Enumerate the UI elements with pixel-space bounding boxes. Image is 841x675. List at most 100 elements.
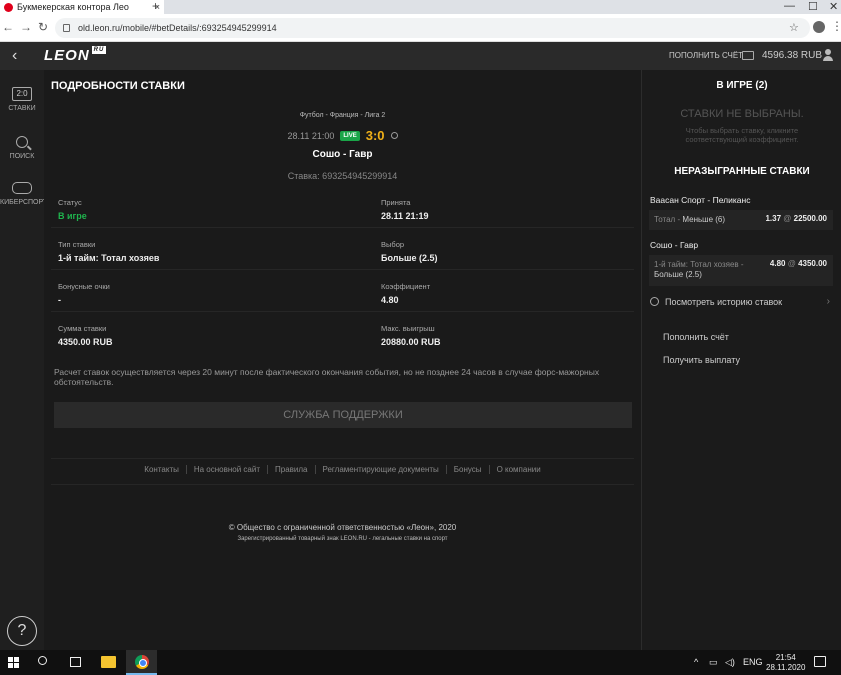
language-indicator[interactable]: ENG	[743, 657, 763, 667]
league-name: Футбол - Франция - Лига 2	[299, 112, 386, 119]
footer-link-main-site[interactable]: На основной сайт	[187, 465, 269, 474]
selection-field: Выбор Больше (2.5)	[381, 240, 438, 263]
field-label: Макс. выигрыш	[381, 324, 435, 333]
help-button[interactable]: ?	[7, 616, 37, 646]
deposit-link[interactable]: ПОПОЛНИТЬ СЧЁТ	[669, 51, 743, 60]
url-input[interactable]: old.leon.ru/mobile/#betDetails/:69325494…	[55, 18, 810, 38]
maximize-button[interactable]: ☐	[808, 0, 818, 13]
leon-favicon-icon	[4, 2, 13, 12]
footer-link-rules[interactable]: Правила	[268, 465, 316, 474]
left-sidebar: 2:0 СТАВКИ ПОИСК КИБЕРСПОРТ ?	[0, 70, 47, 650]
sidebar-item-search[interactable]: ПОИСК	[0, 134, 44, 160]
clock-time: 21:54	[775, 653, 796, 662]
unsettled-bet-row[interactable]: Тотал - Меньше (6) 1.37 @ 22500.00	[649, 210, 833, 230]
sidebar-item-esports[interactable]: КИБЕРСПОРТ	[0, 180, 47, 206]
deposit-account-link[interactable]: Пополнить счёт	[663, 332, 729, 342]
odds-value: 1.37	[765, 214, 782, 223]
bookmark-star-icon[interactable]: ☆	[789, 21, 799, 34]
new-tab-button[interactable]: +	[152, 0, 159, 13]
field-label: Статус	[58, 198, 82, 207]
network-icon[interactable]: ▭	[709, 657, 718, 668]
sidebar-item-bets[interactable]: 2:0 СТАВКИ	[0, 86, 44, 112]
bet-odds: 4.80 @ 4350.00	[770, 259, 827, 268]
search-icon	[16, 136, 28, 148]
bet-history-link[interactable]: Посмотреть историю ставок ›	[650, 296, 830, 307]
tray-chevron-icon[interactable]: ^	[694, 657, 698, 667]
system-clock[interactable]: 21:54 28.11.2020	[766, 653, 805, 673]
market-text: 1-й тайм: Тотал хозяев -	[654, 260, 744, 269]
page-title: ПОДРОБНОСТИ СТАВКИ	[51, 80, 185, 92]
tab-title: Букмекерская контора Лео	[17, 2, 129, 12]
back-arrow-icon[interactable]: ←	[2, 20, 14, 34]
settlement-note: Расчет ставок осуществляется через 20 ми…	[54, 367, 600, 387]
unsettled-bet-match[interactable]: Ваасан Спорт - Пеликанс	[650, 195, 750, 205]
chrome-taskbar-icon[interactable]	[126, 650, 157, 675]
minimize-button[interactable]: —	[784, 0, 795, 12]
field-value: 4350.00 RUB	[58, 337, 113, 347]
footer-link-contacts[interactable]: Контакты	[137, 465, 187, 474]
file-explorer-icon[interactable]	[101, 656, 116, 668]
task-view-icon[interactable]	[70, 657, 81, 667]
amount-value: 22500.00	[793, 214, 827, 223]
browser-tab-strip: Букмекерская контора Лео × + — ☐ ✕	[0, 0, 841, 14]
sidebar-item-label: СТАВКИ	[8, 105, 36, 112]
lock-icon	[63, 24, 70, 32]
field-value: 28.11 21:19	[381, 211, 429, 221]
profile-icon[interactable]	[813, 21, 825, 33]
odds-value: 4.80	[769, 259, 786, 268]
forward-arrow-icon[interactable]: →	[20, 20, 32, 34]
footer-link-documents[interactable]: Регламентирующие документы	[316, 465, 447, 474]
unsettled-bet-match[interactable]: Сошо - Гавр	[650, 240, 698, 250]
reload-icon[interactable]: ↻	[38, 20, 48, 34]
url-text: old.leon.ru/mobile/#betDetails/:69325494…	[78, 23, 277, 33]
copyright: © Общество с ограниченной ответственност…	[228, 523, 457, 532]
leon-logo[interactable]: LEON RU	[44, 46, 107, 64]
accepted-field: Принята 28.11 21:19	[381, 198, 429, 221]
bet-market: Тотал - Меньше (6)	[654, 215, 725, 225]
market-text: Тотал -	[654, 215, 681, 224]
divider	[51, 227, 634, 228]
at-sign: @	[783, 214, 792, 223]
history-label: Посмотреть историю ставок	[665, 296, 783, 307]
support-button[interactable]: СЛУЖБА ПОДДЕРЖКИ	[54, 402, 632, 428]
unsettled-bet-row[interactable]: 1-й тайм: Тотал хозяев - Больше (2.5) 4.8…	[649, 255, 833, 286]
taskbar-search-icon[interactable]	[38, 656, 47, 665]
logo-text: LEON	[44, 47, 90, 64]
footer-links: Контакты На основной сайт Правила Реглам…	[44, 465, 641, 474]
wallet-card-icon[interactable]	[742, 51, 754, 60]
unsettled-title: НЕРАЗЫГРАННЫЕ СТАВКИ	[674, 166, 810, 177]
empty-slip-title: СТАВКИ НЕ ВЫБРАНЫ.	[680, 108, 804, 120]
amount-value: 4350.00	[798, 259, 827, 268]
volume-icon[interactable]: ◁)	[725, 657, 735, 668]
field-value: В игре	[58, 211, 87, 221]
back-chevron-icon[interactable]: ‹	[12, 47, 17, 65]
divider	[51, 458, 634, 459]
windows-start-icon[interactable]	[8, 657, 19, 668]
selection-text: Больше (2.5)	[654, 270, 702, 279]
stopwatch-icon	[390, 132, 398, 139]
clock-date: 28.11.2020	[766, 663, 806, 672]
divider	[51, 484, 634, 485]
max-win-field: Макс. выигрыш 20880.00 RUB	[381, 324, 441, 347]
event-datetime: 28.11 21:00	[287, 130, 335, 141]
field-label: Выбор	[381, 240, 405, 249]
notification-icon[interactable]	[814, 656, 826, 667]
gamepad-icon	[12, 182, 32, 194]
empty-slip-hint: Чтобы выбрать ставку, кликните соответст…	[685, 126, 799, 144]
selection-text: Меньше (6)	[682, 215, 726, 224]
footer-link-bonuses[interactable]: Бонусы	[447, 465, 490, 474]
at-sign: @	[787, 259, 796, 268]
footer-link-about[interactable]: О компании	[490, 465, 548, 474]
field-label: Сумма ставки	[58, 324, 107, 333]
field-value: Больше (2.5)	[381, 253, 438, 263]
close-window-button[interactable]: ✕	[829, 0, 838, 13]
bet-type-field: Тип ставки 1-й тайм: Тотал хозяев	[58, 240, 159, 263]
browser-tab[interactable]: Букмекерская контора Лео ×	[0, 0, 164, 14]
field-value: 1-й тайм: Тотал хозяев	[58, 253, 160, 263]
user-icon[interactable]	[823, 49, 833, 61]
balance: 4596.38 RUB	[762, 50, 823, 61]
withdraw-link[interactable]: Получить выплату	[663, 355, 740, 365]
field-value: 20880.00 RUB	[381, 337, 441, 347]
divider	[51, 269, 634, 270]
menu-kebab-icon[interactable]: ⋮	[831, 19, 841, 33]
